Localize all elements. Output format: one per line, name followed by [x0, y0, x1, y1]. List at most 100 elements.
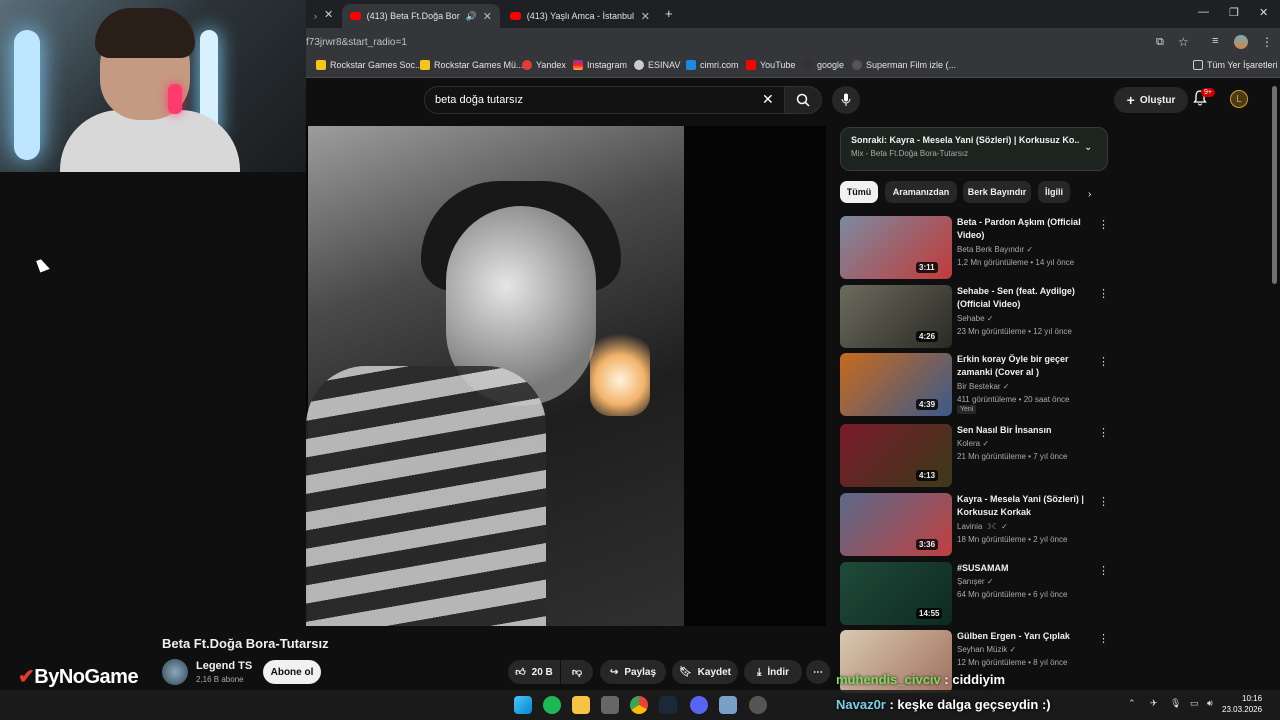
recommendation-channel[interactable]: Bir Bestekar ✓ [957, 382, 1010, 391]
recommendation-channel[interactable]: Beta Berk Bayındır ✓ [957, 245, 1033, 254]
tray-app-icon[interactable]: ✈ [1150, 698, 1158, 709]
channel-avatar[interactable] [162, 659, 188, 685]
more-options-icon[interactable]: ⋮ [1098, 495, 1109, 508]
account-avatar[interactable]: L [1230, 90, 1248, 108]
recommendation-channel[interactable]: Lavinia ☽☾ ✓ [957, 522, 1008, 531]
bookmark[interactable]: ESINAV [634, 60, 680, 70]
recommendation-channel[interactable]: Kolera ✓ [957, 439, 989, 448]
channel-name[interactable]: Legend TS [196, 660, 252, 672]
spotify-icon[interactable] [543, 696, 561, 714]
tab-partial[interactable]: › [306, 4, 322, 28]
speaker-icon[interactable]: 🔊 [466, 11, 477, 22]
tray-chevron-icon[interactable]: ⌃ [1128, 698, 1136, 709]
star-icon[interactable]: ☆ [1178, 35, 1189, 49]
recommendation-item[interactable]: 3:11 Beta - Pardon Aşkım (Official Video… [840, 216, 1110, 280]
chat-message: Navaz0r : keşke dalga geçseydin :) [836, 697, 1051, 712]
save-button[interactable]: 🔖︎ Kaydet [672, 660, 738, 684]
chip-related[interactable]: İlgili [1038, 181, 1070, 203]
more-options-icon[interactable]: ⋮ [1098, 355, 1109, 368]
store-icon[interactable] [601, 696, 619, 714]
recommendation-title[interactable]: Gülben Ergen - Yarı Çıplak [957, 630, 1097, 643]
bookmark[interactable]: Superman Film izle (... [852, 60, 956, 70]
recommendation-channel[interactable]: Seyhan Müzik ✓ [957, 645, 1016, 654]
steam-icon[interactable] [659, 696, 677, 714]
recommendation-item[interactable]: 14:55 #SUSAMAM Şanışer ✓ 64 Mn görüntüle… [840, 562, 1110, 626]
video-player[interactable] [306, 126, 826, 626]
media-icon[interactable]: ≡ [1212, 35, 1218, 47]
all-bookmarks[interactable]: Tüm Yer İşaretleri [1193, 60, 1278, 70]
close-tab-icon[interactable]: ✕ [483, 10, 492, 23]
bookmark[interactable]: google [803, 60, 844, 70]
chrome-icon[interactable] [630, 696, 648, 714]
obs-icon[interactable] [749, 696, 767, 714]
bookmark[interactable]: cimri.com [686, 60, 739, 70]
windows-start-icon[interactable] [514, 696, 532, 714]
mic-tray-icon[interactable]: 🎙︎ [1170, 698, 1181, 709]
tab-inactive[interactable]: (413) Yaşlı Amca - İstanbul Bey ✕ [502, 4, 658, 28]
download-button[interactable]: ⤓ İndir [744, 660, 802, 684]
more-options-icon[interactable]: ⋮ [1098, 564, 1109, 577]
recommendation-channel[interactable]: Şanışer ✓ [957, 577, 994, 586]
recommendation-channel[interactable]: Sehabe ✓ [957, 314, 994, 323]
clear-search-icon[interactable]: ✕ [762, 91, 774, 108]
mix-panel[interactable]: Sonraki: Kayra - Mesela Yani (Sözleri) |… [840, 127, 1108, 171]
network-icon[interactable]: ▭ [1190, 698, 1199, 709]
close-icon[interactable]: ✕ [324, 8, 333, 21]
rockstar-icon [316, 60, 326, 70]
bookmark[interactable]: Rockstar Games Mü... [420, 60, 524, 70]
recommendation-title[interactable]: Kayra - Mesela Yani (Sözleri) | Korkusuz… [957, 493, 1097, 519]
recommendation-title[interactable]: Sehabe - Sen (feat. Aydilge) (Official V… [957, 285, 1097, 311]
menu-icon[interactable]: ⋮ [1261, 35, 1273, 49]
search-button[interactable] [784, 86, 822, 114]
bookmark[interactable]: Yandex [522, 60, 566, 70]
profile-icon[interactable] [1234, 35, 1248, 49]
chat-message: muhendis_civciv : ciddiyim [836, 672, 1005, 687]
search-icon [796, 93, 810, 107]
subscribe-button[interactable]: Abone ol [263, 660, 321, 684]
app-icon[interactable] [719, 696, 737, 714]
chip-berk[interactable]: Berk Bayındır [963, 181, 1031, 203]
tab-active[interactable]: (413) Beta Ft.Doğa Bora-Tu 🔊 ✕ [342, 4, 500, 28]
recommendation-item[interactable]: 4:39 Erkin koray Öyle bir geçer zamanki … [840, 353, 1110, 417]
recommendation-title[interactable]: Erkin koray Öyle bir geçer zamanki (Cove… [957, 353, 1097, 379]
install-icon[interactable]: ⧉ [1156, 36, 1164, 49]
rockstar-icon [420, 60, 430, 70]
new-tab-button[interactable]: + [665, 6, 673, 21]
close-tab-icon[interactable]: ✕ [641, 10, 650, 23]
create-button[interactable]: + Oluştur [1114, 87, 1188, 113]
more-options-icon[interactable]: ⋮ [1098, 218, 1109, 231]
url-field[interactable]: f73jrwr8&start_radio=1 [306, 37, 407, 48]
folder-icon[interactable] [572, 696, 590, 714]
more-options-icon[interactable]: ⋮ [1098, 287, 1109, 300]
taskbar-clock[interactable]: 10:16 23.03.2026 [1222, 693, 1262, 715]
like-button[interactable]: 👍︎ 20 B [508, 660, 560, 684]
chip-all[interactable]: Tümü [840, 181, 878, 203]
more-options-icon[interactable]: ⋮ [1098, 632, 1109, 645]
bookmark[interactable]: Rockstar Games Soc... [316, 60, 423, 70]
more-options-icon[interactable]: ⋮ [1098, 426, 1109, 439]
chevron-down-icon[interactable]: ⌄ [1084, 142, 1092, 153]
recommendation-item[interactable]: 3:36 Kayra - Mesela Yani (Sözleri) | Kor… [840, 493, 1110, 557]
share-button[interactable]: ↪ Paylaş [600, 660, 666, 684]
discord-icon[interactable] [690, 696, 708, 714]
chevron-right-icon[interactable]: › [1088, 189, 1091, 200]
volume-icon[interactable]: 🔊︎ [1207, 698, 1213, 709]
bookmark[interactable]: Instagram [573, 60, 627, 70]
search-input[interactable]: beta doğa tutarsız [424, 86, 790, 114]
dislike-button[interactable]: 👎︎ [561, 660, 593, 684]
more-actions-button[interactable]: ⋯ [806, 660, 830, 684]
bookmark[interactable]: YouTube [746, 60, 795, 70]
restore-icon[interactable]: ❐ [1229, 6, 1239, 19]
recommendation-item[interactable]: 4:13 Sen Nasıl Bir İnsansın Kolera ✓ 21 … [840, 424, 1110, 488]
recommendation-title[interactable]: #SUSAMAM [957, 562, 1097, 575]
recommendation-title[interactable]: Sen Nasıl Bir İnsansın [957, 424, 1097, 437]
voice-search-button[interactable] [832, 86, 860, 114]
chip-from-search[interactable]: Aramanızdan [885, 181, 957, 203]
close-window-icon[interactable]: ✕ [1259, 6, 1268, 19]
duration-badge: 3:11 [916, 262, 938, 273]
page-scrollbar[interactable] [1272, 86, 1277, 284]
recommendation-title[interactable]: Beta - Pardon Aşkım (Official Video) [957, 216, 1097, 242]
recommendation-item[interactable]: 4:26 Sehabe - Sen (feat. Aydilge) (Offic… [840, 285, 1110, 349]
video-title: Beta Ft.Doğa Bora-Tutarsız [162, 636, 329, 651]
minimize-icon[interactable]: — [1198, 6, 1209, 18]
